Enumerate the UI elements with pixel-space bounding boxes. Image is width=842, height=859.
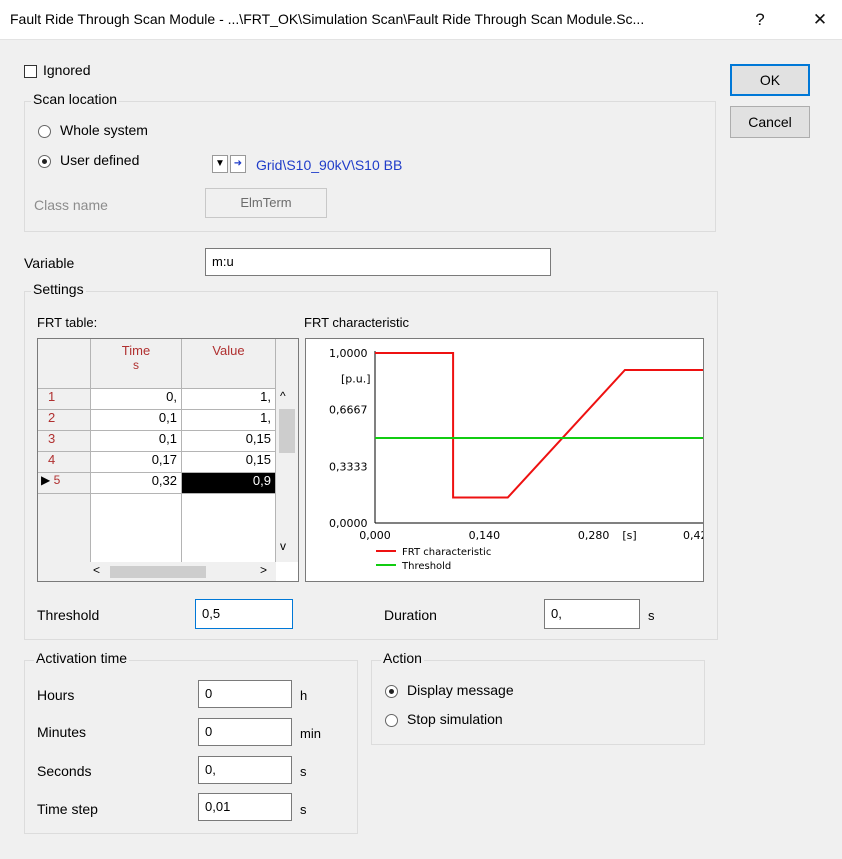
column-header-value[interactable]: Value	[182, 339, 276, 389]
action-group	[371, 660, 705, 745]
variable-label: Variable	[24, 255, 75, 271]
activation-time-legend: Activation time	[34, 650, 130, 666]
frt-characteristic-label: FRT characteristic	[304, 315, 409, 330]
minutes-label: Minutes	[37, 724, 87, 740]
row-number: 5	[53, 473, 61, 487]
table-cell-time[interactable]: 0,32	[91, 473, 182, 494]
close-button[interactable]: ✕	[808, 9, 832, 31]
frt-table[interactable]: Time s Value 1 0, 1, 2 0,1 1, 3 0,1 0,15…	[37, 338, 299, 582]
hours-input[interactable]: 0	[198, 680, 292, 708]
table-cell-time[interactable]: 0,1	[91, 431, 182, 452]
threshold-label: Threshold	[37, 607, 100, 623]
class-name-field: ElmTerm	[205, 188, 327, 218]
vertical-scrollbar[interactable]: ^ v	[276, 339, 298, 562]
scroll-right-icon[interactable]: >	[260, 563, 267, 577]
vertical-scroll-thumb[interactable]	[279, 409, 295, 453]
duration-unit: s	[648, 608, 655, 623]
x-axis-label: [s]	[622, 529, 636, 542]
display-message-radio[interactable]	[385, 685, 398, 698]
action-legend: Action	[381, 650, 424, 666]
variable-input[interactable]: m:u	[205, 248, 551, 276]
seconds-input[interactable]: 0,	[198, 756, 292, 784]
duration-input[interactable]: 0,	[544, 599, 640, 629]
time-step-input[interactable]: 0,01	[198, 793, 292, 821]
table-cell-value[interactable]: 0,15	[182, 431, 276, 452]
x-tick-label: 0,140	[469, 529, 501, 542]
x-tick-label: 0,280	[578, 529, 610, 542]
select-dropdown-icon[interactable]: ▼	[212, 155, 228, 173]
table-cell-value-selected[interactable]: 0,9	[182, 473, 276, 494]
frt-chart: 1,0000 0,6667 0,3333 0,0000 [p.u.] 0,000 0,140…	[305, 338, 712, 582]
y-tick-label: 1,0000	[329, 347, 368, 360]
table-corner	[38, 339, 91, 389]
settings-legend: Settings	[31, 281, 86, 297]
x-tick-label: 0,000	[359, 529, 391, 542]
empty-cell	[182, 494, 276, 562]
user-defined-label: User defined	[60, 152, 140, 168]
table-cell-value[interactable]: 1,	[182, 410, 276, 431]
minutes-unit: min	[300, 726, 321, 741]
ok-button[interactable]: OK	[730, 64, 810, 96]
stop-simulation-label: Stop simulation	[407, 711, 503, 727]
time-step-label: Time step	[37, 801, 98, 817]
row-number[interactable]: 1	[38, 389, 91, 410]
frt-table-label: FRT table:	[37, 315, 98, 330]
row-number[interactable]: 3	[38, 431, 91, 452]
row-number[interactable]: 4	[38, 452, 91, 473]
hours-unit: h	[300, 688, 308, 703]
scroll-down-icon[interactable]: v	[280, 539, 286, 553]
x-tick-label: 0,42(	[683, 529, 703, 542]
scroll-up-icon[interactable]: ^	[280, 389, 286, 403]
duration-label: Duration	[384, 607, 437, 623]
title-bar: Fault Ride Through Scan Module - ...\FRT…	[0, 0, 842, 40]
table-cell-value[interactable]: 1,	[182, 389, 276, 410]
table-cell-time[interactable]: 0,1	[91, 410, 182, 431]
horizontal-scroll-thumb[interactable]	[110, 566, 206, 578]
empty-cell	[91, 494, 182, 562]
minutes-input[interactable]: 0	[198, 718, 292, 746]
row-number[interactable]: 2	[38, 410, 91, 431]
horizontal-scrollbar[interactable]: < >	[38, 562, 276, 581]
seconds-unit: s	[300, 764, 307, 779]
seconds-label: Seconds	[37, 763, 92, 779]
y-tick-label: 0,3333	[329, 460, 368, 473]
scroll-left-icon[interactable]: <	[93, 563, 100, 577]
window-title: Fault Ride Through Scan Module - ...\FRT…	[10, 11, 645, 27]
user-defined-radio[interactable]	[38, 155, 51, 168]
column-name: Value	[212, 343, 245, 358]
column-header-time[interactable]: Time s	[91, 339, 182, 389]
current-row-indicator-icon: ▶	[41, 473, 51, 487]
time-step-unit: s	[300, 802, 307, 817]
cancel-button[interactable]: Cancel	[730, 106, 810, 138]
column-name: Time	[121, 343, 151, 358]
scan-location-path-link[interactable]: Grid\S10_90kV\S10 BB	[256, 157, 402, 173]
ignored-label: Ignored	[43, 62, 91, 78]
series-line-frt-characteristic	[375, 352, 703, 499]
table-cell-time[interactable]: 0,	[91, 389, 182, 410]
threshold-input[interactable]: 0,5	[195, 599, 293, 629]
display-message-label: Display message	[407, 682, 514, 698]
table-cell-time[interactable]: 0,17	[91, 452, 182, 473]
ignored-checkbox[interactable]	[24, 65, 37, 78]
column-unit: s	[133, 358, 139, 372]
jump-arrow-icon[interactable]: ➜	[230, 155, 246, 173]
y-axis-label: [p.u.]	[341, 373, 371, 386]
hours-label: Hours	[37, 687, 75, 703]
legend-label: FRT characteristic	[402, 547, 491, 558]
stop-simulation-radio[interactable]	[385, 714, 398, 727]
table-cell-value[interactable]: 0,15	[182, 452, 276, 473]
whole-system-radio[interactable]	[38, 125, 51, 138]
help-button[interactable]: ?	[748, 9, 772, 31]
legend-label: Threshold	[401, 561, 451, 572]
scan-location-legend: Scan location	[31, 91, 120, 107]
frt-chart-plot: 1,00000,66670,33330,0000[p.u.]0,000 0,140…	[329, 347, 712, 572]
row-header-empty	[38, 494, 91, 562]
y-tick-label: 0,6667	[329, 404, 368, 417]
whole-system-label: Whole system	[60, 122, 148, 138]
row-number-current[interactable]: ▶ 5	[38, 473, 91, 494]
class-name-label: Class name	[34, 197, 108, 213]
